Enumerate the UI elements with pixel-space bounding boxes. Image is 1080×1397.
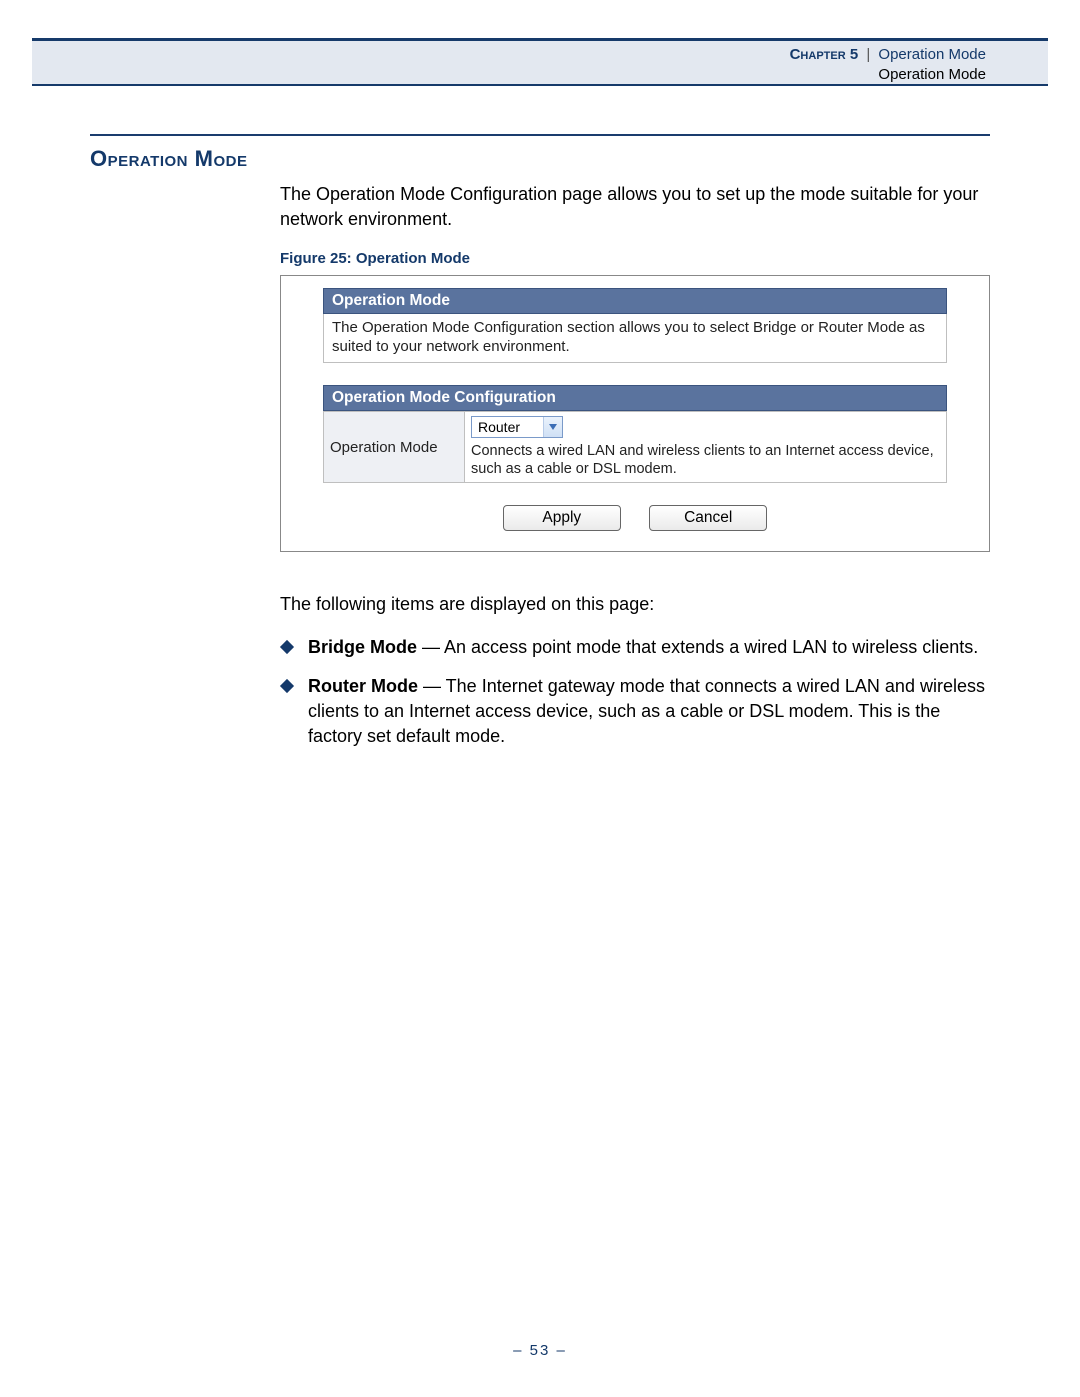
row-label: Operation Mode	[324, 412, 465, 483]
separator: |	[862, 46, 874, 63]
item-name: Router Mode	[308, 676, 418, 696]
apply-button[interactable]: Apply	[503, 505, 621, 531]
page-header: Chapter 5 | Operation Mode Operation Mod…	[32, 38, 1048, 86]
items-list: Bridge Mode — An access point mode that …	[280, 635, 990, 749]
row-value-cell: Router Connects a wired LAN and wireless…	[465, 412, 947, 483]
panel-body: The Operation Mode Configuration section…	[323, 314, 947, 363]
button-row: Apply Cancel	[323, 505, 947, 531]
chapter-title: Operation Mode	[878, 46, 986, 63]
list-item: Router Mode — The Internet gateway mode …	[280, 674, 990, 749]
figure-screenshot: Operation Mode The Operation Mode Config…	[280, 275, 990, 552]
content-area: Operation Mode The Operation Mode Config…	[90, 128, 990, 763]
operation-mode-config-panel: Operation Mode Configuration Operation M…	[323, 385, 947, 483]
chapter-label: Chapter 5	[790, 46, 859, 63]
dropdown-value: Router	[472, 419, 543, 435]
diamond-bullet-icon	[280, 640, 294, 654]
item-name: Bridge Mode	[308, 637, 417, 657]
panel-header: Operation Mode	[323, 288, 947, 314]
operation-mode-panel: Operation Mode The Operation Mode Config…	[323, 288, 947, 363]
table-row: Operation Mode Router Connects a wired L…	[324, 412, 947, 483]
chapter-subtitle: Operation Mode	[32, 65, 986, 85]
section-rule	[90, 134, 990, 136]
list-item: Bridge Mode — An access point mode that …	[280, 635, 990, 660]
panel-header: Operation Mode Configuration	[323, 385, 947, 411]
config-table: Operation Mode Router Connects a wired L…	[323, 411, 947, 483]
diamond-bullet-icon	[280, 679, 294, 693]
items-intro: The following items are displayed on thi…	[280, 592, 990, 617]
page-number: – 53 –	[0, 1342, 1080, 1359]
chevron-down-icon	[543, 417, 562, 437]
cancel-button[interactable]: Cancel	[649, 505, 767, 531]
intro-paragraph: The Operation Mode Configuration page al…	[280, 182, 990, 232]
row-description: Connects a wired LAN and wireless client…	[471, 440, 940, 478]
item-desc: — An access point mode that extends a wi…	[417, 637, 978, 657]
body-column: The Operation Mode Configuration page al…	[280, 182, 990, 749]
figure-caption: Figure 25: Operation Mode	[280, 250, 990, 267]
section-heading: Operation Mode	[90, 146, 990, 172]
document-page: Chapter 5 | Operation Mode Operation Mod…	[0, 0, 1080, 1397]
operation-mode-dropdown[interactable]: Router	[471, 416, 563, 438]
